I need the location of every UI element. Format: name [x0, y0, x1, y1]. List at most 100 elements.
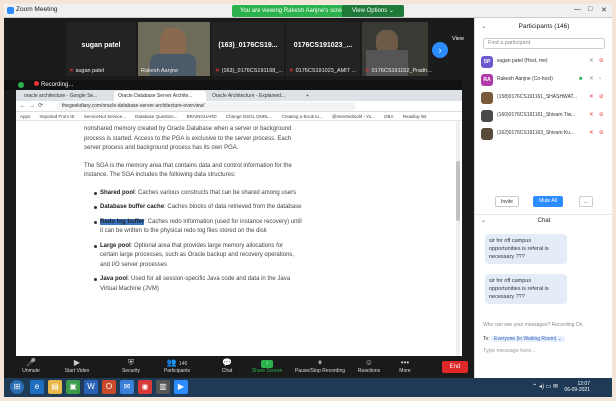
- bookmark[interactable]: Creating a Book to...: [282, 114, 323, 119]
- file-explorer-icon[interactable]: ▤: [48, 380, 62, 394]
- tile-name: (163)_0176CS19...: [218, 42, 278, 49]
- bookmark[interactable]: Reading list: [403, 114, 427, 119]
- video-tile[interactable]: 0176CS191023_... ⨯ 0176CS191023_AMIT ...: [286, 22, 360, 76]
- sharing-icon: ■: [579, 76, 583, 82]
- record-dot-icon: [34, 81, 39, 86]
- participant-actions: Invite Mute All ...: [475, 196, 612, 210]
- invite-button[interactable]: Invite: [495, 196, 519, 207]
- share-screen-button[interactable]: ↑ Share Screen: [244, 358, 290, 374]
- browser-tab[interactable]: oracle architecture - Google Se...: [20, 91, 112, 101]
- participants-title: Participants (146): [518, 23, 570, 30]
- maximize-icon[interactable]: □: [588, 6, 592, 13]
- bookmark[interactable]: ServiceNut Service...: [84, 114, 126, 119]
- participant-name: Rakesh Aanjne (Co-host): [497, 76, 553, 82]
- chat-input[interactable]: Type message here...: [483, 348, 605, 360]
- start-video-button[interactable]: ▶ Start Video: [54, 358, 100, 374]
- security-button[interactable]: ⛨ Security: [108, 358, 154, 374]
- mic-icon[interactable]: ✕: [589, 58, 594, 64]
- more-button[interactable]: ••• More: [382, 358, 428, 374]
- bookmark[interactable]: Change DSGL DNRL...: [226, 114, 272, 119]
- video-tile[interactable]: sugan patel ⨯ sugan patel: [66, 22, 136, 76]
- pause-recording-button[interactable]: ⏸ Pause/Stop Recording: [292, 358, 348, 374]
- browser-tab[interactable]: Oracle Architecture - Explained...: [208, 91, 300, 101]
- video-off-icon[interactable]: ⊘: [599, 58, 604, 64]
- mic-muted-icon[interactable]: ✕: [589, 130, 594, 136]
- bookmarks-bar: Apps Imported From IE ServiceNut Service…: [16, 112, 462, 121]
- video-icon[interactable]: ▫: [599, 76, 601, 82]
- participant-row[interactable]: (158)0176CS191161_SHASHWAT... ✕ ⊘: [481, 90, 609, 106]
- minimize-icon[interactable]: —: [574, 6, 581, 13]
- participant-search-input[interactable]: Find a participant: [483, 38, 605, 49]
- mic-muted-icon[interactable]: ✕: [589, 112, 594, 118]
- app-icon[interactable]: ▥: [156, 380, 170, 394]
- list-item: Database buffer cache: Caches blocks of …: [94, 203, 302, 213]
- mail-icon[interactable]: ✉: [120, 380, 134, 394]
- store-icon[interactable]: ▣: [66, 380, 80, 394]
- nav-buttons-icon[interactable]: ←→⟳: [20, 102, 46, 109]
- chat-title: Chat: [537, 218, 551, 224]
- page-scrollbar[interactable]: [456, 121, 460, 356]
- end-meeting-button[interactable]: End: [442, 361, 468, 373]
- participant-row[interactable]: SP sugan patel (Host, me) ✕ ⊘: [481, 54, 609, 70]
- zoom-taskbar-icon[interactable]: ▶: [174, 380, 188, 394]
- bookmark[interactable]: Imported From IE: [40, 114, 75, 119]
- recipient-select[interactable]: Everyone (in Waiting Room) ⌄: [491, 336, 565, 342]
- tile-label: ⨯ 0176CS191023_AMIT ...: [289, 68, 357, 74]
- security-shield-icon: [18, 82, 24, 88]
- participant-row[interactable]: RA Rakesh Aanjne (Co-host) ■ ✕ ▫: [481, 72, 609, 88]
- bookmark[interactable]: @Invertedtoolit - Yo...: [332, 114, 375, 119]
- video-tile[interactable]: Rakesh Aanjne: [138, 22, 210, 76]
- participant-name: (158)0176CS191161_SHASHWAT...: [497, 94, 578, 100]
- recording-indicator[interactable]: Recording...: [34, 81, 73, 88]
- video-off-icon[interactable]: ⊘: [599, 112, 604, 118]
- new-tab-icon[interactable]: +: [302, 91, 314, 101]
- bookmark[interactable]: DBA: [384, 114, 393, 119]
- video-off-icon[interactable]: ⊘: [599, 94, 604, 100]
- mute-all-button[interactable]: Mute All: [533, 196, 563, 207]
- bookmark[interactable]: Apps: [20, 114, 30, 119]
- unmute-button[interactable]: 🎤 Unmute: [8, 358, 54, 374]
- next-page-arrow-icon[interactable]: ›: [432, 42, 448, 58]
- view-options-button[interactable]: View Options ⌄: [342, 5, 404, 17]
- sga-list: Shared pool: Caches various constructs t…: [84, 189, 302, 295]
- start-button-icon[interactable]: ⊞: [10, 380, 24, 394]
- participants-icon: 👥 146: [166, 358, 188, 367]
- participant-row[interactable]: (160)0176CS191161_Shivam Tiw... ✕ ⊘: [481, 108, 609, 124]
- participant-name: sugan patel (Host, me): [497, 58, 548, 64]
- more-options-button[interactable]: ...: [579, 196, 593, 207]
- browser-tab-active[interactable]: Oracle Database Server Archite...: [114, 91, 206, 101]
- mic-muted-icon: 🎤: [26, 358, 36, 367]
- mic-icon[interactable]: ✕: [589, 76, 594, 82]
- clock[interactable]: 12:07 06-09-2021: [564, 381, 590, 393]
- mic-muted-icon[interactable]: ✕: [589, 94, 594, 100]
- chevron-down-icon[interactable]: ⌄: [481, 215, 486, 227]
- url-field[interactable]: thegeekdiary.com/oracle-database-server-…: [56, 102, 356, 111]
- view-button[interactable]: View: [452, 36, 464, 42]
- address-bar-row: ←→⟳ thegeekdiary.com/oracle-database-ser…: [16, 101, 462, 112]
- recording-strip: Recording...: [4, 80, 462, 90]
- screen: Zoom Meeting You are viewing Rakesh Aanj…: [4, 4, 612, 397]
- participants-button[interactable]: 👥 146 Participants: [154, 358, 200, 374]
- highlighted-selection: Redo log buffer: [100, 218, 145, 225]
- bookmark[interactable]: BRAINGUARD: [187, 114, 217, 119]
- video-off-icon[interactable]: ⊘: [599, 130, 604, 136]
- bookmark[interactable]: Database Question...: [135, 114, 177, 119]
- system-tray-icons[interactable]: ⌃ ◂) ▭ ✉: [532, 383, 558, 390]
- avatar: [481, 92, 493, 104]
- video-tile[interactable]: (163)_0176CS19... ⨯ (163)_0176CS191168_..…: [212, 22, 284, 76]
- list-item: Redo log buffer: Caches redo information…: [94, 218, 302, 237]
- zoom-titlebar: Zoom Meeting You are viewing Rakesh Aanj…: [4, 4, 612, 18]
- tile-label: ⨯ (163)_0176CS191168_...: [215, 68, 283, 74]
- zoom-logo-icon: [7, 7, 14, 14]
- participant-row[interactable]: (162)0176CS191163_Shivam Ku... ✕ ⊘: [481, 126, 609, 142]
- edge-icon[interactable]: e: [30, 380, 44, 394]
- chat-recipient: To: Everyone (in Waiting Room) ⌄: [483, 336, 565, 342]
- chrome-icon[interactable]: ◉: [138, 380, 152, 394]
- paragraph: The SGA is the memory area that contains…: [84, 162, 292, 179]
- article: nonshared memory created by Oracle Datab…: [84, 125, 302, 299]
- video-tile[interactable]: ⨯ 0176CS191152_Pradh...: [362, 22, 432, 76]
- chevron-down-icon[interactable]: ⌄: [481, 18, 486, 36]
- word-icon[interactable]: W: [84, 380, 98, 394]
- office-icon[interactable]: O: [102, 380, 116, 394]
- close-icon[interactable]: ✕: [601, 6, 607, 14]
